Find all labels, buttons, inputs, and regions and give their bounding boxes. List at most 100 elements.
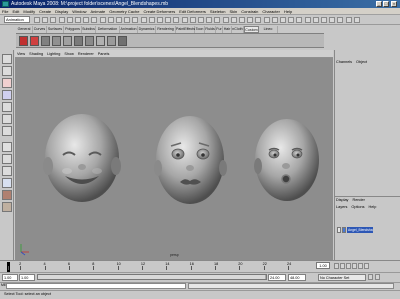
select-tool-icon[interactable] bbox=[2, 54, 12, 64]
menu-file[interactable]: File bbox=[0, 8, 10, 15]
shelf-button-icon[interactable] bbox=[107, 36, 116, 46]
menu-create-deformers[interactable]: Create Deformers bbox=[141, 8, 177, 15]
status-line-button[interactable] bbox=[321, 17, 327, 23]
menu-skin[interactable]: Skin bbox=[228, 8, 240, 15]
layer-mode-render[interactable]: Render bbox=[352, 198, 364, 202]
menu-edit-deformers[interactable]: Edit Deformers bbox=[177, 8, 208, 15]
shelf-tab-curves[interactable]: Curves bbox=[33, 26, 47, 33]
status-line-button[interactable] bbox=[42, 17, 49, 23]
end-time-field[interactable]: 48.00 bbox=[288, 274, 306, 281]
shelf-tab-fluids[interactable]: Fluids bbox=[205, 26, 216, 33]
shelf-button-icon[interactable] bbox=[74, 36, 83, 46]
shelf-button-icon[interactable] bbox=[96, 36, 105, 46]
layer-name[interactable]: Angel_Blendshape_layer bbox=[347, 227, 373, 233]
current-frame-field[interactable]: 1.00 bbox=[316, 262, 330, 269]
single-view-icon[interactable] bbox=[2, 142, 12, 152]
shelf-tab-subdivs[interactable]: Subdivs bbox=[82, 26, 96, 33]
play-backwards-icon[interactable] bbox=[346, 263, 351, 269]
layer-mode-display[interactable]: Display bbox=[336, 198, 348, 202]
layer-menu-layers[interactable]: Layers bbox=[336, 205, 347, 209]
command-input[interactable] bbox=[6, 283, 186, 289]
status-line-button[interactable] bbox=[345, 17, 352, 23]
menu-edit[interactable]: Edit bbox=[10, 8, 21, 15]
menu-character[interactable]: Character bbox=[260, 8, 282, 15]
shelf-tab-surfaces[interactable]: Surfaces bbox=[47, 26, 64, 33]
panel-menu-renderer[interactable]: Renderer bbox=[76, 50, 96, 58]
menu-modify[interactable]: Modify bbox=[21, 8, 37, 15]
status-line-button[interactable] bbox=[280, 17, 286, 23]
status-line-button[interactable] bbox=[116, 17, 122, 23]
status-line-button[interactable] bbox=[230, 17, 237, 23]
layer-menu-help[interactable]: Help bbox=[369, 205, 377, 209]
channel-box-tab-object[interactable]: Object bbox=[356, 60, 367, 64]
status-line-button[interactable] bbox=[247, 17, 254, 23]
hypershade-layout-icon[interactable] bbox=[2, 202, 12, 212]
play-forwards-icon[interactable] bbox=[352, 263, 357, 269]
outliner-layout-icon[interactable] bbox=[2, 178, 12, 188]
status-line-button[interactable] bbox=[312, 17, 319, 23]
maximize-icon[interactable]: □ bbox=[383, 1, 389, 7]
status-line-button[interactable] bbox=[99, 17, 106, 23]
anim-prefs-icon[interactable] bbox=[375, 274, 380, 280]
go-to-start-icon[interactable] bbox=[334, 263, 339, 269]
status-line-button[interactable] bbox=[34, 17, 40, 23]
status-line-button[interactable] bbox=[255, 17, 262, 23]
status-line-button[interactable] bbox=[288, 17, 295, 23]
move-tool-icon[interactable] bbox=[2, 90, 12, 100]
status-line-button[interactable] bbox=[198, 17, 204, 23]
shelf-button-icon[interactable] bbox=[118, 36, 127, 46]
close-icon[interactable]: × bbox=[391, 1, 397, 7]
status-line-button[interactable] bbox=[83, 17, 90, 23]
end-range-field[interactable]: 24.00 bbox=[268, 274, 286, 281]
status-line-button[interactable] bbox=[58, 17, 65, 23]
menu-skeleton[interactable]: Skeleton bbox=[208, 8, 228, 15]
status-line-button[interactable] bbox=[239, 17, 245, 23]
status-line-button[interactable] bbox=[107, 17, 114, 23]
status-line-button[interactable] bbox=[304, 17, 311, 23]
auto-key-icon[interactable] bbox=[368, 274, 373, 280]
menu-animate[interactable]: Animate bbox=[89, 8, 108, 15]
shelf-tab-toon[interactable]: Toon bbox=[195, 26, 205, 33]
menu-geometry-cache[interactable]: Geometry Cache bbox=[107, 8, 141, 15]
step-back-icon[interactable] bbox=[340, 263, 345, 269]
rotate-tool-icon[interactable] bbox=[2, 102, 12, 112]
shelf-tab-animation[interactable]: Animation bbox=[120, 26, 138, 33]
status-line-button[interactable] bbox=[157, 17, 163, 23]
shelf-tab-custom[interactable]: Custom bbox=[244, 26, 259, 33]
shelf-button-icon[interactable] bbox=[63, 36, 72, 46]
status-line-button[interactable] bbox=[189, 17, 196, 23]
menu-window[interactable]: Window bbox=[70, 8, 88, 15]
status-line-button[interactable] bbox=[296, 17, 303, 23]
shelf-tab-hair[interactable]: Hair bbox=[223, 26, 232, 33]
status-line-button[interactable] bbox=[165, 17, 172, 23]
menu-set-select[interactable]: Animation bbox=[4, 16, 30, 23]
menu-constrain[interactable]: Constrain bbox=[239, 8, 260, 15]
shelf-tab-general[interactable]: General bbox=[16, 26, 33, 33]
menu-display[interactable]: Display bbox=[53, 8, 70, 15]
panel-menu-panels[interactable]: Panels bbox=[96, 50, 112, 58]
head-worried[interactable] bbox=[154, 116, 227, 204]
start-time-field[interactable]: 1.00 bbox=[2, 274, 18, 281]
status-line-button[interactable] bbox=[181, 17, 188, 23]
shelf-button-icon[interactable] bbox=[85, 36, 94, 46]
go-to-end-icon[interactable] bbox=[364, 263, 369, 269]
start-range-field[interactable]: 1.00 bbox=[19, 274, 35, 281]
status-line-button[interactable] bbox=[91, 17, 98, 23]
layout-icon[interactable] bbox=[2, 166, 12, 176]
shelf-tab-rendering[interactable]: Rendering bbox=[156, 26, 176, 33]
panel-menu-lighting[interactable]: Lighting bbox=[45, 50, 62, 58]
step-forward-icon[interactable] bbox=[358, 263, 363, 269]
shelf-tab-lineo-menu[interactable]: Lineo Menu bbox=[259, 26, 278, 38]
status-line-button[interactable] bbox=[66, 17, 73, 23]
status-line-button[interactable] bbox=[132, 17, 139, 23]
scale-tool-icon[interactable] bbox=[2, 114, 12, 124]
shelf-button-icon[interactable] bbox=[41, 36, 50, 46]
status-line-button[interactable] bbox=[140, 17, 147, 23]
layer-type-toggle[interactable] bbox=[342, 227, 346, 233]
layer-menu-options[interactable]: Options bbox=[351, 205, 364, 209]
status-line-button[interactable] bbox=[271, 17, 278, 23]
head-surprised[interactable] bbox=[254, 119, 319, 201]
status-line-button[interactable] bbox=[353, 17, 360, 23]
status-line-button[interactable] bbox=[263, 17, 270, 23]
shelf-tab-polygons[interactable]: Polygons bbox=[64, 26, 82, 33]
